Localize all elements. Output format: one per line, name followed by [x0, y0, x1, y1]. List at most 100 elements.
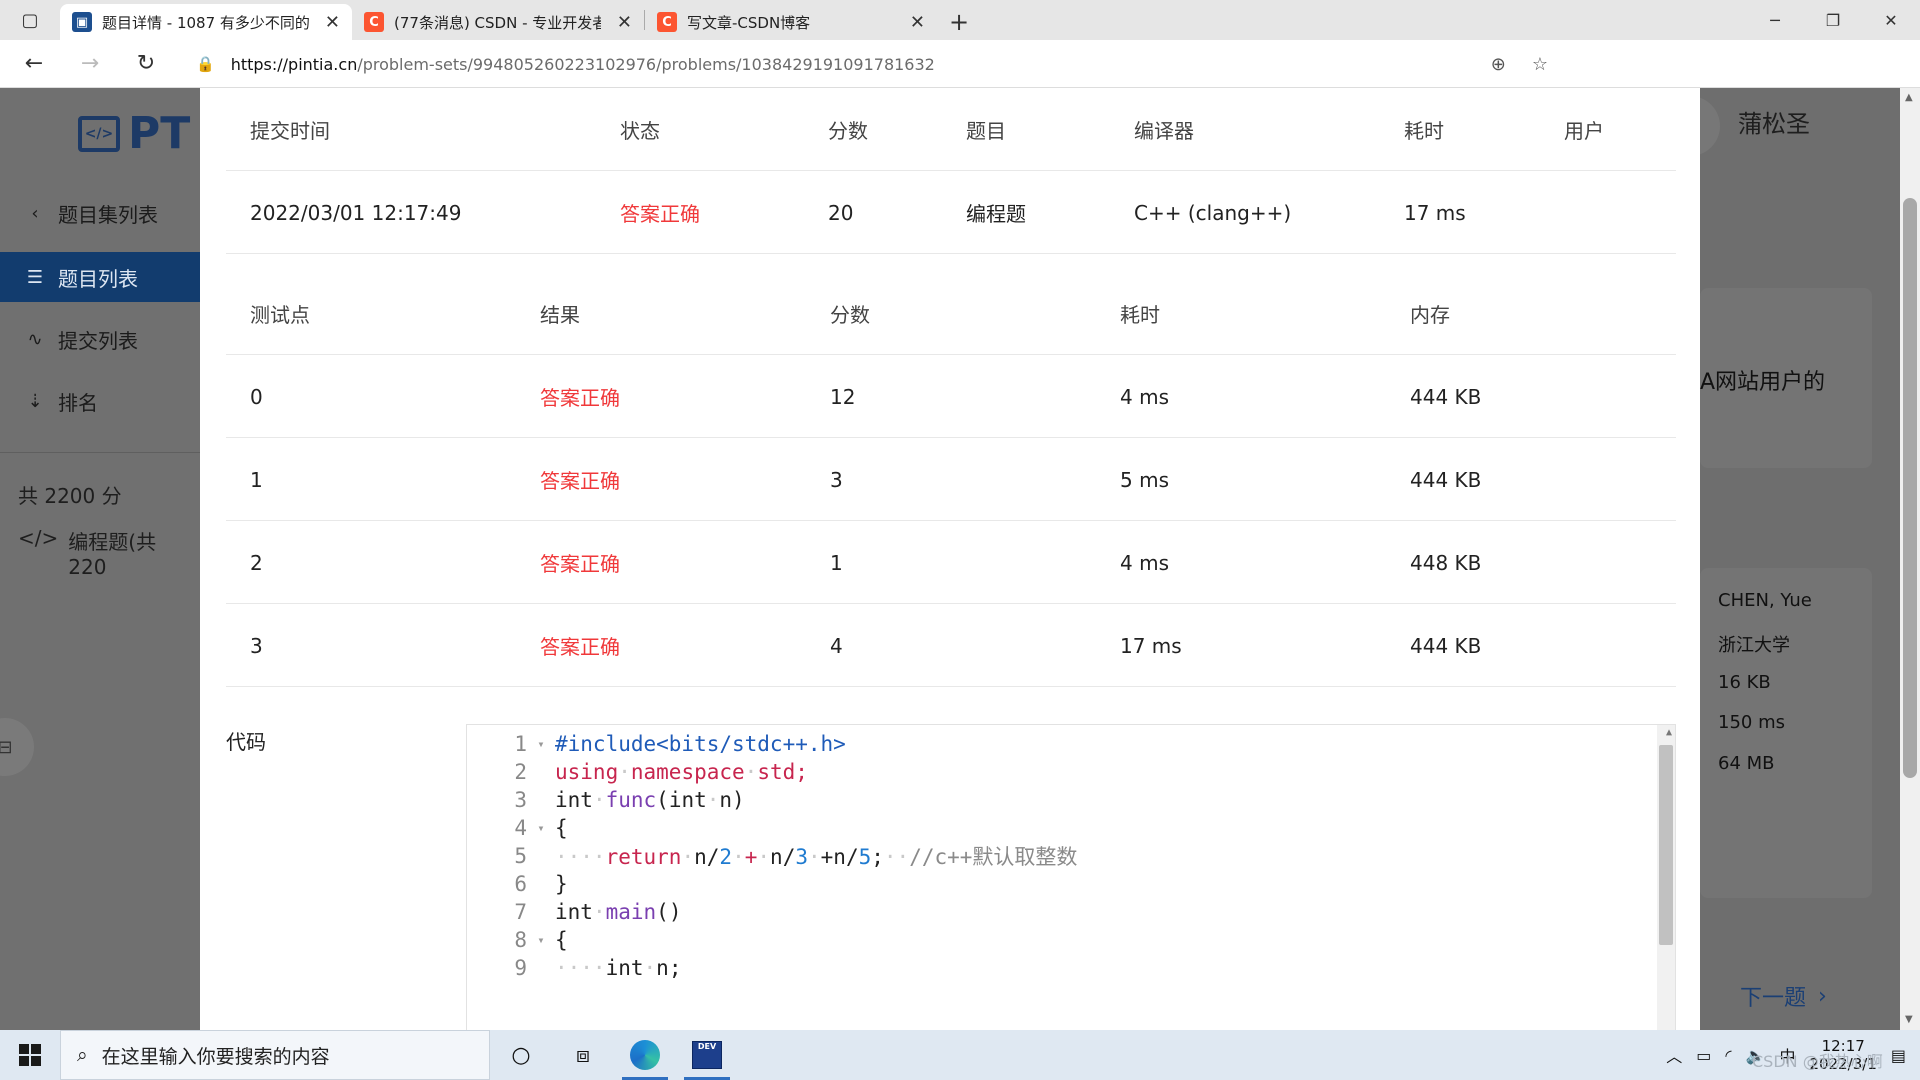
- tab-csdn-messages[interactable]: C (77条消息) CSDN - 专业开发者社 ✕: [352, 4, 644, 40]
- code-token: n;: [656, 956, 682, 980]
- browser-tab-bar: ▢ ▣ 题目详情 - 1087 有多少不同的值 ✕ C (77条消息) CSDN…: [0, 0, 1920, 40]
- chevron-right-icon: ›: [1818, 983, 1827, 1009]
- url-field[interactable]: 🔒 https://pintia.cn/problem-sets/9948052…: [180, 46, 1564, 82]
- lock-icon: 🔒: [196, 55, 215, 73]
- sidebar-divider: [0, 452, 200, 453]
- refresh-icon[interactable]: ↻: [118, 40, 174, 88]
- code-editor[interactable]: 1 ▾ #include<bits/stdc++.h> 2 using·names…: [466, 724, 1676, 1030]
- line-number: 8: [514, 928, 527, 952]
- score: 20: [828, 200, 854, 225]
- scroll-up-icon[interactable]: ▲: [1666, 727, 1672, 738]
- tab-problem-detail[interactable]: ▣ 题目详情 - 1087 有多少不同的值 ✕: [60, 4, 352, 40]
- back-arrow-icon[interactable]: ←: [6, 40, 62, 88]
- info-time-limit: 150 ms: [1718, 712, 1785, 733]
- close-tab-icon[interactable]: ✕: [325, 12, 340, 33]
- code-scroll-thumb[interactable]: [1659, 745, 1673, 945]
- code-token: {: [555, 816, 568, 840]
- table-row: 2 答案正确 1 4 ms 448 KB: [226, 521, 1676, 604]
- code-scrollbar[interactable]: ▲: [1657, 725, 1675, 1030]
- notification-icon[interactable]: ▤: [1891, 1046, 1906, 1065]
- testcase-time: 17 ms: [1120, 633, 1182, 658]
- page-scrollbar[interactable]: ▲ ▼: [1900, 88, 1920, 1030]
- col-result: 结果: [540, 303, 580, 327]
- tab-actions-icon[interactable]: ▢: [0, 0, 60, 40]
- tab-title: (77条消息) CSDN - 专业开发者社: [394, 13, 601, 32]
- line-number: 6: [514, 872, 527, 896]
- col-time: 耗时: [1120, 303, 1160, 327]
- code-icon: </>: [18, 526, 59, 550]
- code-token: 2: [719, 845, 733, 869]
- add-favorite-icon[interactable]: ☆: [1532, 54, 1548, 75]
- user-name[interactable]: 蒲松圣: [1738, 104, 1810, 139]
- forward-arrow-icon[interactable]: →: [62, 40, 118, 88]
- info-unit: 浙江大学: [1718, 635, 1790, 656]
- start-button[interactable]: [0, 1030, 60, 1080]
- new-tab-button[interactable]: +: [937, 4, 981, 40]
- devcpp-icon: DEV: [692, 1041, 722, 1069]
- task-view-icon[interactable]: ⧈: [552, 1030, 614, 1080]
- col-user: 用户: [1564, 119, 1604, 143]
- sidebar-item-problems[interactable]: ☰ 题目列表: [0, 252, 200, 302]
- code-token: int: [605, 956, 644, 980]
- battery-icon[interactable]: ▭: [1696, 1046, 1711, 1065]
- code-line: 9 ····int·n;: [467, 951, 1647, 985]
- tray-overflow-icon[interactable]: ︿: [1666, 1043, 1682, 1067]
- zoom-icon[interactable]: ⊕: [1491, 54, 1506, 75]
- page-scroll-thumb[interactable]: [1903, 198, 1917, 778]
- tab-title: 题目详情 - 1087 有多少不同的值: [102, 13, 309, 32]
- scroll-down-icon[interactable]: ▼: [1905, 1014, 1913, 1025]
- minimize-icon[interactable]: ─: [1746, 0, 1804, 40]
- restore-icon[interactable]: ❐: [1804, 0, 1862, 40]
- code-comment: //c++默认取整数: [909, 845, 1078, 869]
- info-author: CHEN, Yue: [1718, 590, 1812, 611]
- next-problem-link[interactable]: 下一题 ›: [1740, 980, 1827, 1012]
- submit-time: 2022/03/01 12:17:49: [250, 200, 462, 225]
- pta-logo-icon: </>: [78, 115, 120, 152]
- code-token: #include<bits/stdc++.h>: [555, 732, 846, 756]
- code-token: n: [770, 845, 783, 869]
- fold-toggle-icon[interactable]: ▾: [527, 933, 555, 947]
- close-tab-icon[interactable]: ✕: [910, 12, 925, 33]
- line-number: 2: [514, 760, 527, 784]
- devcpp-taskbar-button[interactable]: DEV: [676, 1030, 738, 1080]
- testcase-result: 答案正确: [540, 635, 620, 659]
- close-tab-icon[interactable]: ✕: [617, 12, 632, 33]
- code-token: {: [555, 928, 568, 952]
- taskbar-search[interactable]: ⌕ 在这里输入你要搜索的内容: [60, 1030, 490, 1080]
- testcase-score: 12: [830, 384, 856, 409]
- problem-info-card: [1700, 568, 1872, 898]
- col-status: 状态: [620, 119, 660, 143]
- testcase-id: 3: [250, 633, 263, 658]
- submission-detail-modal: 提交时间 状态 分数 题目 编译器 耗时 用户 2022/03/01 12:17…: [200, 88, 1700, 1030]
- table-row: 3 答案正确 4 17 ms 444 KB: [226, 604, 1676, 687]
- sidebar-item-submissions[interactable]: ∿ 提交列表: [0, 314, 200, 364]
- cortana-icon[interactable]: ○: [490, 1030, 552, 1080]
- code-token: return: [605, 845, 682, 869]
- sidebar-item-ranking[interactable]: ⇣ 排名: [0, 376, 200, 426]
- close-window-icon[interactable]: ✕: [1862, 0, 1920, 40]
- table-row: 1 答案正确 3 5 ms 444 KB: [226, 438, 1676, 521]
- programming-count[interactable]: </> 编程题(共 220: [18, 526, 200, 579]
- next-problem-label: 下一题: [1740, 986, 1807, 1011]
- fold-toggle-icon[interactable]: ▾: [527, 821, 555, 835]
- testcase-memory: 444 KB: [1410, 633, 1482, 658]
- sidebar-back-link[interactable]: ‹ 题目集列表: [0, 188, 200, 238]
- col-testcase: 测试点: [250, 303, 310, 327]
- edge-taskbar-button[interactable]: [614, 1030, 676, 1080]
- code-token: /: [706, 845, 720, 869]
- programming-count-text: 编程题(共 220: [68, 530, 157, 579]
- problem-type: 编程题: [966, 202, 1026, 226]
- sidebar-item-label: 排名: [58, 390, 98, 415]
- fold-toggle-icon[interactable]: ▾: [527, 737, 555, 751]
- scroll-up-icon[interactable]: ▲: [1905, 92, 1913, 103]
- edge-icon: [630, 1040, 660, 1070]
- search-icon: ⌕: [77, 1044, 88, 1066]
- col-problem: 题目: [966, 119, 1006, 143]
- elapsed: 17 ms: [1404, 200, 1466, 225]
- code-token: (int: [656, 788, 707, 812]
- code-token: using: [555, 760, 619, 784]
- tab-csdn-write[interactable]: C 写文章-CSDN博客 ✕: [645, 4, 937, 40]
- sidebar-item-label: 题目列表: [58, 266, 138, 291]
- tab-title: 写文章-CSDN博客: [687, 13, 811, 32]
- wifi-icon[interactable]: ◜: [1725, 1046, 1731, 1065]
